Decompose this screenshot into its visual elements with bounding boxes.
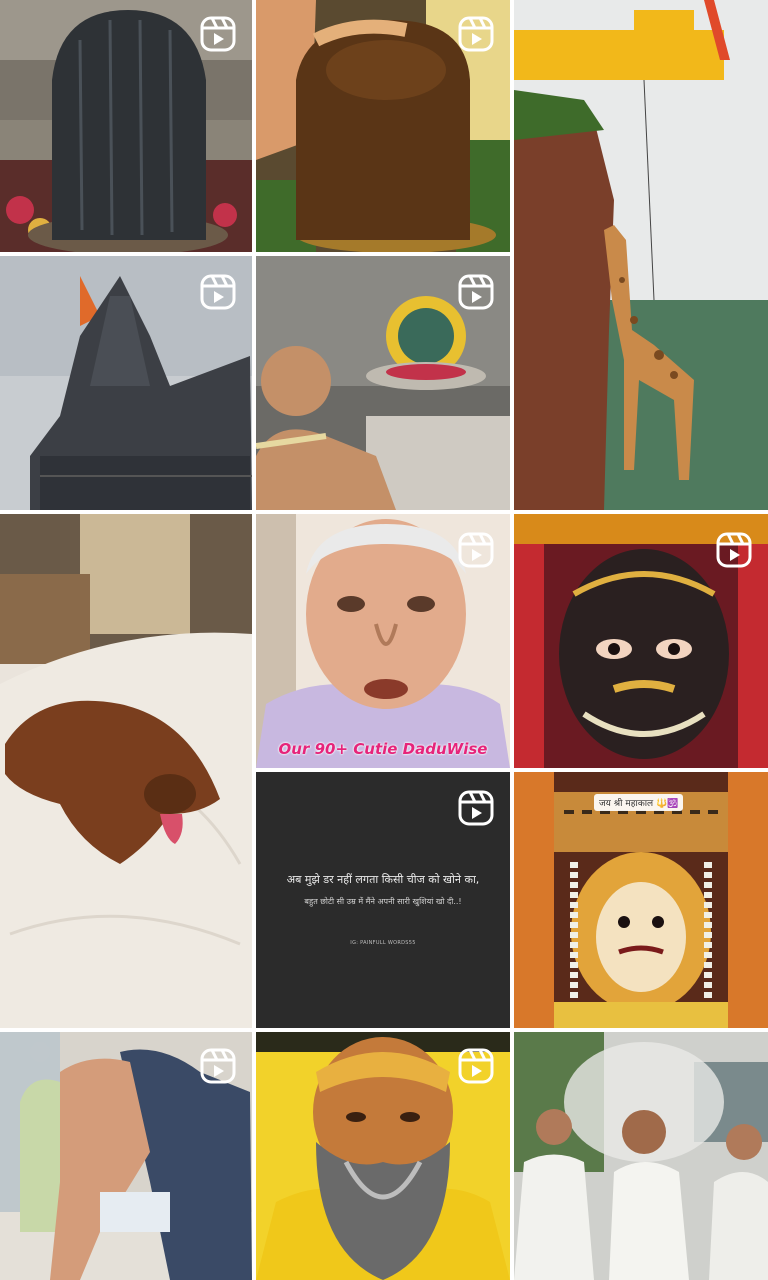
tile-hospital-hug[interactable] bbox=[0, 1032, 252, 1280]
quote-line-2: बहुत छोटी सी उम्र में मैंने अपनी सारी खु… bbox=[304, 897, 462, 906]
quote-credit: IG: PAINFULL WORDS55 bbox=[350, 940, 416, 946]
tile-shivling-water[interactable] bbox=[0, 0, 252, 252]
tile-crowd-smoke[interactable] bbox=[514, 1032, 768, 1280]
tile-mahakal-decorated[interactable]: जय श्री महाकाल 🔱🕉️ bbox=[514, 772, 768, 1028]
crowd-smoke-image bbox=[514, 1032, 768, 1280]
tile-giraffe-crane[interactable] bbox=[514, 0, 768, 510]
tile-temple-spire[interactable] bbox=[0, 256, 252, 510]
tile-text-quote[interactable]: अब मुझे डर नहीं लगता किसी चीज को खोने का… bbox=[256, 772, 510, 1028]
reels-icon bbox=[458, 274, 494, 310]
reel-caption: Our 90+ Cutie DaduWise bbox=[278, 740, 488, 758]
reels-icon bbox=[200, 274, 236, 310]
tile-elder-man[interactable]: Our 90+ Cutie DaduWise bbox=[256, 514, 510, 768]
reels-icon bbox=[458, 1048, 494, 1084]
tile-mahakal-face[interactable] bbox=[514, 514, 768, 768]
reels-icon bbox=[458, 16, 494, 52]
reels-icon bbox=[200, 1048, 236, 1084]
reels-icon bbox=[716, 532, 752, 568]
reels-grid: Our 90+ Cutie DaduWise अब मुझे डर नहीं ल… bbox=[0, 0, 768, 1280]
dog-bed-image bbox=[0, 514, 252, 1028]
reels-icon bbox=[200, 16, 236, 52]
tile-mahakal-prayer[interactable] bbox=[256, 256, 510, 510]
tile-sadhu-yellow[interactable] bbox=[256, 1032, 510, 1280]
reels-icon bbox=[458, 790, 494, 826]
reels-icon bbox=[458, 532, 494, 568]
badge-jai-shri-mahakal: जय श्री महाकाल 🔱🕉️ bbox=[594, 794, 684, 811]
quote-line-1: अब मुझे डर नहीं लगता किसी चीज को खोने का… bbox=[286, 873, 480, 886]
tile-shivling-hands[interactable] bbox=[256, 0, 510, 252]
giraffe-crane-image bbox=[514, 0, 768, 510]
tile-dog-bed[interactable] bbox=[0, 514, 252, 1028]
